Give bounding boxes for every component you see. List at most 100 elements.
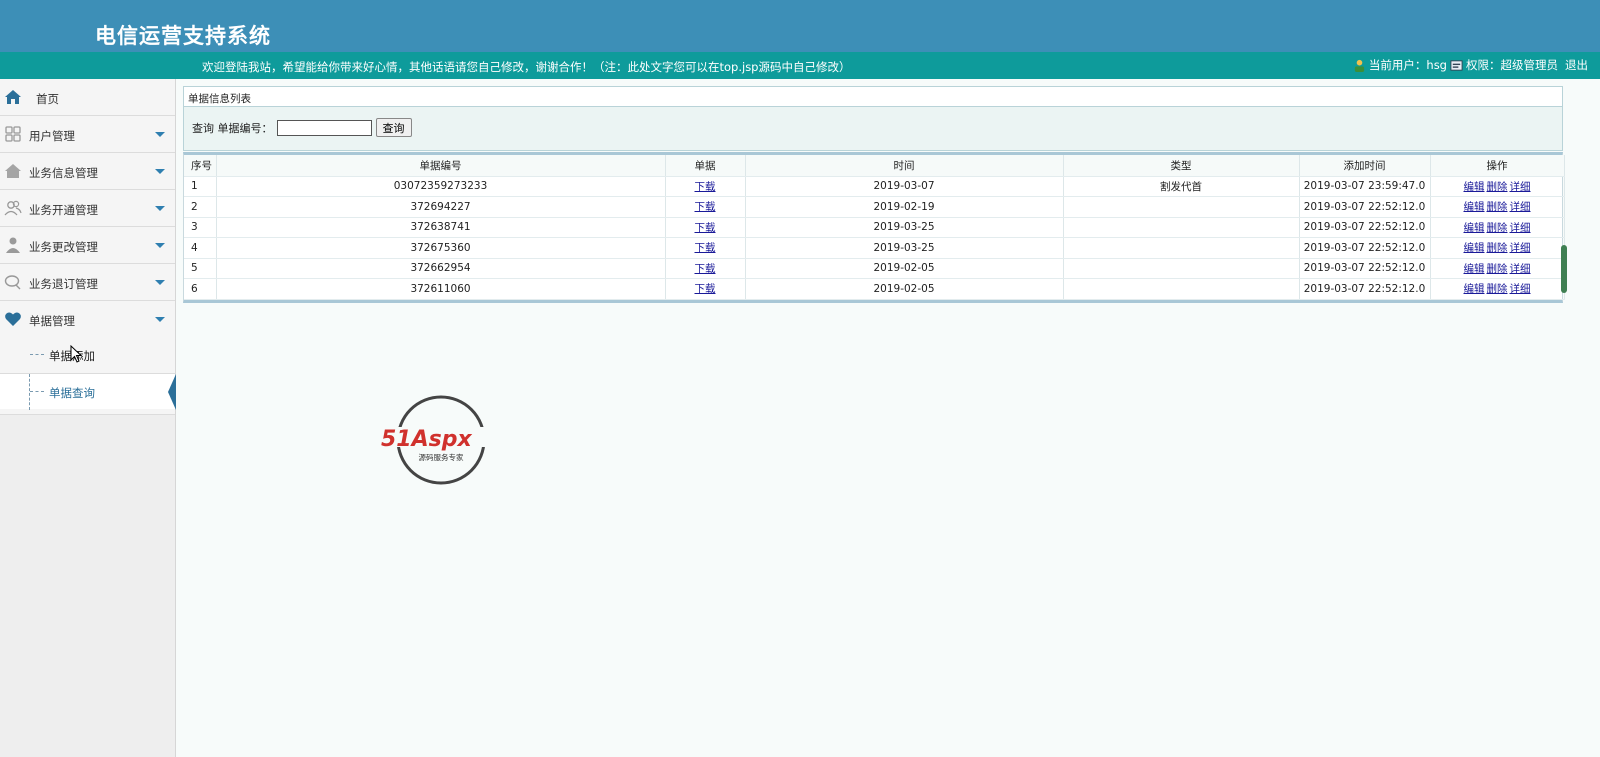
sidebar-item-home[interactable]: 首页 <box>0 79 175 116</box>
edit-link[interactable]: 编辑 <box>1464 181 1485 193</box>
chevron-down-icon <box>155 206 165 211</box>
column-header: 添加时间 <box>1299 155 1431 177</box>
row-actions: 编辑 删除 详细 <box>1430 196 1565 218</box>
users-icon <box>4 200 22 216</box>
document-date: 2019-02-05 <box>745 278 1064 300</box>
column-header: 单据 <box>665 155 746 177</box>
user-icon <box>1354 59 1365 72</box>
download-link[interactable]: 下载 <box>695 201 716 213</box>
row-actions: 编辑 删除 详细 <box>1430 237 1565 259</box>
document-code: 372694227 <box>216 196 666 218</box>
column-header: 序号 <box>184 155 217 177</box>
document-type <box>1063 196 1300 218</box>
heart-icon <box>5 312 21 326</box>
tree-connector <box>30 391 44 392</box>
active-indicator <box>168 374 176 410</box>
user-area: 当前用户：hsg 权限：超级管理员 退出 <box>1353 57 1588 73</box>
watermark-brand: 51Aspx <box>381 427 472 452</box>
document-table: 序号 单据编号 单据 时间 类型 添加时间 操作 1 0307235927323… <box>183 152 1565 303</box>
search-row: 查询 单据编号： 查询 <box>192 118 412 137</box>
edit-link[interactable]: 编辑 <box>1464 222 1485 234</box>
delete-link[interactable]: 删除 <box>1487 222 1508 234</box>
tree-connector <box>30 354 44 355</box>
document-type <box>1063 258 1300 279</box>
detail-link[interactable]: 详细 <box>1510 283 1531 295</box>
house-icon <box>5 164 21 178</box>
chevron-down-icon <box>155 132 165 137</box>
sidebar-item-label: 首页 <box>36 92 59 106</box>
permission-label: 权限：超级管理员 <box>1466 58 1558 72</box>
download-link[interactable]: 下载 <box>695 283 716 295</box>
search-button[interactable]: 查询 <box>375 118 412 137</box>
panel-header: 单据信息列表 <box>184 87 1562 107</box>
document-code: 372662954 <box>216 258 666 279</box>
column-header: 操作 <box>1430 155 1565 177</box>
edit-link[interactable]: 编辑 <box>1464 283 1485 295</box>
document-submenu: 单据添加 单据查询 <box>0 337 176 415</box>
table-row: 6 372611060 下载 2019-02-05 2019-03-07 22:… <box>184 278 1565 300</box>
column-header: 时间 <box>745 155 1064 177</box>
sidebar-item-business-open[interactable]: 业务开通管理 <box>0 190 175 227</box>
logout-link[interactable]: 退出 <box>1565 57 1588 73</box>
sidebar-item-business-change[interactable]: 业务更改管理 <box>0 227 175 264</box>
document-cell: 下载 <box>665 196 746 218</box>
delete-link[interactable]: 删除 <box>1487 283 1508 295</box>
sidebar-item-label: 业务更改管理 <box>29 240 98 254</box>
document-type <box>1063 278 1300 300</box>
download-link[interactable]: 下载 <box>695 181 716 193</box>
added-time: 2019-03-07 22:52:12.0 <box>1299 278 1431 300</box>
row-number: 5 <box>184 258 217 279</box>
row-actions: 编辑 删除 详细 <box>1430 258 1565 279</box>
panel-title: 单据信息列表 <box>188 93 251 105</box>
sidebar-item-user-management[interactable]: 用户管理 <box>0 116 175 153</box>
sidebar-subitem-query-document[interactable]: 单据查询 <box>0 373 176 410</box>
edit-link[interactable]: 编辑 <box>1464 263 1485 275</box>
page-scrollbar[interactable] <box>1561 245 1567 293</box>
app-title: 电信运营支持系统 <box>95 23 271 48</box>
delete-link[interactable]: 删除 <box>1487 242 1508 254</box>
app-header: 电信运营支持系统 <box>0 0 1600 52</box>
delete-link[interactable]: 删除 <box>1487 263 1508 275</box>
table-row: 1 03072359273233 下载 2019-03-07 割发代首 2019… <box>184 176 1565 197</box>
chat-icon <box>4 275 21 290</box>
document-code: 03072359273233 <box>216 176 666 197</box>
permission-icon <box>1450 59 1463 71</box>
document-type <box>1063 237 1300 259</box>
sidebar-item-document-management[interactable]: 单据管理 <box>0 301 175 338</box>
info-bar: 欢迎登陆我站，希望能给你带来好心情，其他话语请您自己修改，谢谢合作！（注：此处文… <box>0 52 1600 79</box>
sidebar-item-business-info[interactable]: 业务信息管理 <box>0 153 175 190</box>
sidebar-item-business-unsubscribe[interactable]: 业务退订管理 <box>0 264 175 301</box>
chevron-down-icon <box>155 317 165 322</box>
detail-link[interactable]: 详细 <box>1510 242 1531 254</box>
chevron-down-icon <box>155 169 165 174</box>
detail-link[interactable]: 详细 <box>1510 201 1531 213</box>
sidebar-subitem-add-document[interactable]: 单据添加 <box>0 337 175 373</box>
added-time: 2019-03-07 22:52:12.0 <box>1299 258 1431 279</box>
sidebar-item-label: 业务开通管理 <box>29 203 98 217</box>
document-date: 2019-02-05 <box>745 258 1064 279</box>
download-link[interactable]: 下载 <box>695 222 716 234</box>
delete-link[interactable]: 删除 <box>1487 181 1508 193</box>
row-number: 1 <box>184 176 217 197</box>
sidebar-item-label: 用户管理 <box>29 129 75 143</box>
added-time: 2019-03-07 22:52:12.0 <box>1299 196 1431 218</box>
detail-link[interactable]: 详细 <box>1510 222 1531 234</box>
document-code: 372611060 <box>216 278 666 300</box>
watermark-slogan: 源码服务专家 <box>419 452 464 462</box>
download-link[interactable]: 下载 <box>695 242 716 254</box>
detail-link[interactable]: 详细 <box>1510 181 1531 193</box>
search-input[interactable] <box>276 119 372 136</box>
edit-link[interactable]: 编辑 <box>1464 242 1485 254</box>
delete-link[interactable]: 删除 <box>1487 201 1508 213</box>
edit-link[interactable]: 编辑 <box>1464 201 1485 213</box>
person-icon <box>6 237 20 253</box>
sidebar-item-label: 业务信息管理 <box>29 166 98 180</box>
table-row: 2 372694227 下载 2019-02-19 2019-03-07 22:… <box>184 196 1565 218</box>
download-link[interactable]: 下载 <box>695 263 716 275</box>
sidebar-item-label: 单据管理 <box>29 314 75 328</box>
document-code: 372638741 <box>216 217 666 238</box>
search-panel: 单据信息列表 查询 单据编号： 查询 <box>183 86 1563 151</box>
detail-link[interactable]: 详细 <box>1510 263 1531 275</box>
mouse-cursor-icon <box>70 345 82 363</box>
document-date: 2019-03-25 <box>745 217 1064 238</box>
